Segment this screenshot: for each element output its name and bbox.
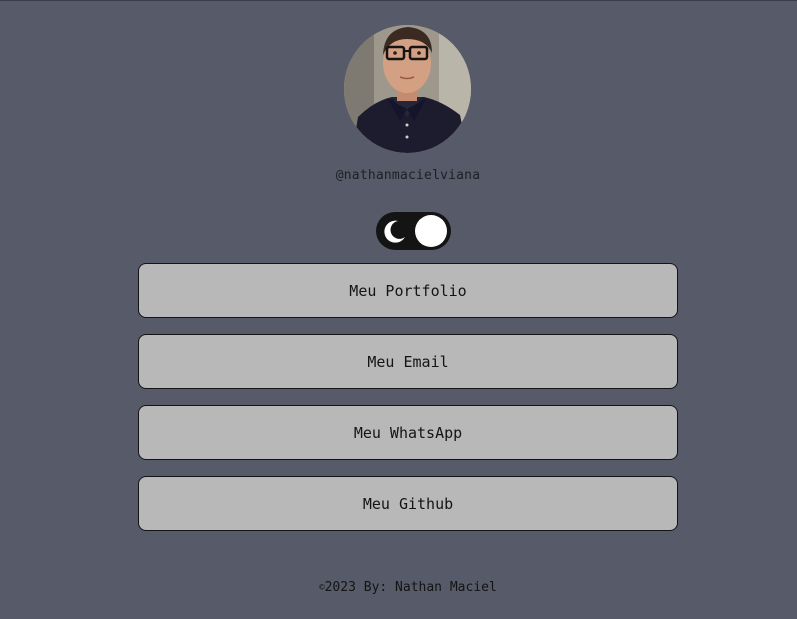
username-label: @nathanmacielviana [335,168,481,183]
theme-toggle[interactable] [376,212,451,250]
profile-avatar [344,25,471,153]
whatsapp-link-button[interactable]: Meu WhatsApp [138,405,678,460]
page-container: @nathanmacielviana Meu Portfolio Meu Ema… [0,1,797,619]
link-list: Meu Portfolio Meu Email Meu WhatsApp Meu… [138,263,678,547]
portfolio-link-button[interactable]: Meu Portfolio [138,263,678,318]
toggle-knob [415,215,447,247]
moon-icon [384,220,405,243]
email-link-button[interactable]: Meu Email [138,334,678,389]
github-link-button[interactable]: Meu Github [138,476,678,531]
profile-photo-icon [344,25,471,153]
footer: ©2023 By: Nathan Maciel [0,580,797,595]
footer-text: 2023 By: Nathan Maciel [324,580,497,595]
